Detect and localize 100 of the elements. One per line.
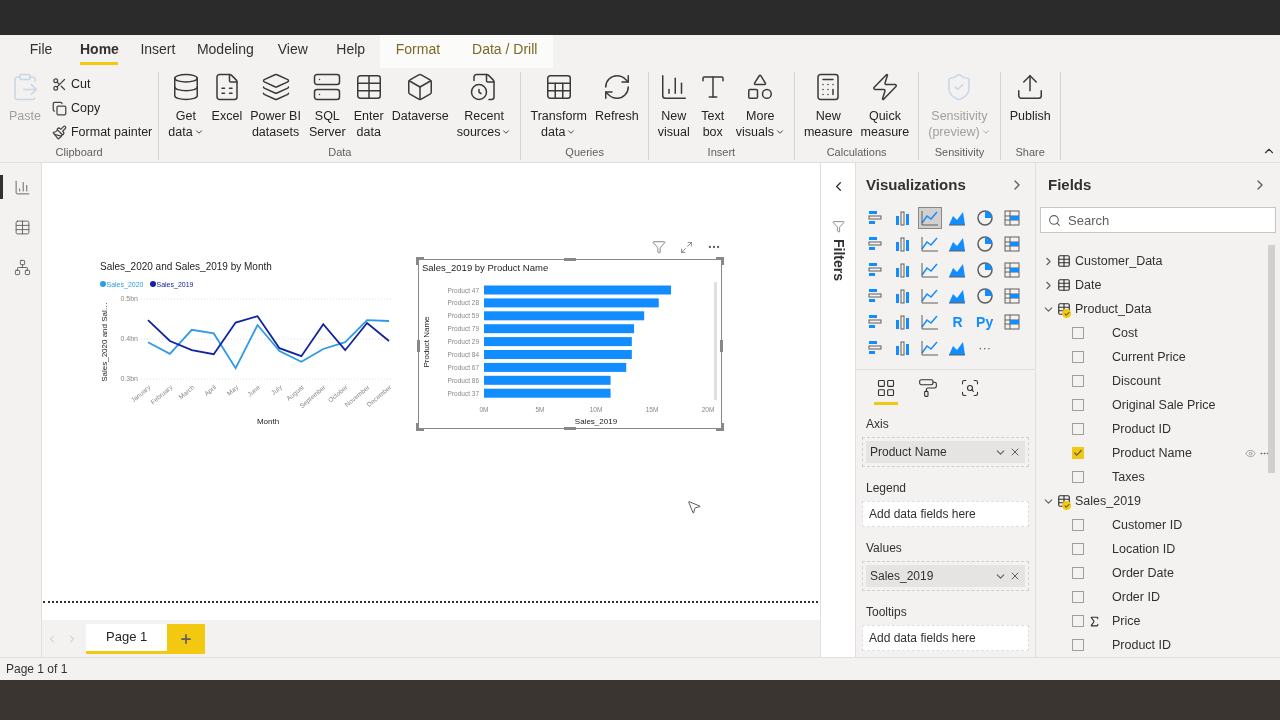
field-row[interactable]: Current Price xyxy=(1042,345,1280,369)
table-row[interactable]: Sales_2019 xyxy=(1042,489,1280,513)
ribbon-group-label: Sensitivity xyxy=(934,144,985,160)
checkbox[interactable] xyxy=(1072,351,1084,363)
ribbon-small-button[interactable]: Cut xyxy=(51,72,153,96)
well-label: Tooltips xyxy=(865,604,908,621)
remove-icon[interactable] xyxy=(1009,570,1021,582)
resize-handle[interactable] xyxy=(720,340,723,352)
ribbon-button[interactable]: Recent sources xyxy=(453,72,515,140)
field-row[interactable]: Order ID xyxy=(1042,585,1280,609)
page-tab[interactable]: Page 1 xyxy=(86,623,168,654)
checkbox[interactable] xyxy=(1072,447,1084,459)
filter-icon[interactable] xyxy=(652,240,666,254)
visual-type-button[interactable] xyxy=(918,207,943,229)
focus-mode-icon[interactable] xyxy=(680,240,693,254)
menu-tab[interactable]: Data / Drill xyxy=(456,35,554,68)
well-label: Values xyxy=(865,540,903,557)
visual-type-button[interactable]: ··· xyxy=(972,337,997,359)
checkbox[interactable] xyxy=(1072,399,1084,411)
ribbon-button[interactable]: New visual xyxy=(654,72,693,140)
filters-pane-label[interactable]: Filters xyxy=(827,239,849,281)
search-field[interactable]: Search xyxy=(1040,207,1276,233)
ribbon-group-label: Share xyxy=(1015,144,1045,160)
checkbox[interactable] xyxy=(1072,639,1084,651)
caret-icon xyxy=(501,127,512,137)
drop-zone[interactable]: Add data fields here xyxy=(862,625,1029,651)
table-row[interactable]: Customer_Data xyxy=(1042,249,1280,273)
ribbon-button[interactable]: Publish xyxy=(1006,72,1054,124)
ribbon-button[interactable]: Power BI datasets xyxy=(247,72,304,140)
field-row[interactable]: Product Name xyxy=(1042,441,1280,465)
field-row[interactable]: Product ID xyxy=(1042,633,1280,657)
legend-marker xyxy=(150,281,156,287)
checkbox[interactable] xyxy=(1072,327,1084,339)
ribbon-button[interactable]: Excel xyxy=(208,72,246,124)
resize-handle[interactable] xyxy=(564,258,576,261)
table-row[interactable]: Date xyxy=(1042,273,1280,297)
scissors-icon xyxy=(51,76,67,92)
resize-handle[interactable] xyxy=(416,257,424,265)
checkbox[interactable] xyxy=(1072,423,1084,435)
menu-tab[interactable]: File xyxy=(12,35,70,68)
resize-handle[interactable] xyxy=(564,427,576,430)
checkbox[interactable] xyxy=(1072,591,1084,603)
add-page-button[interactable] xyxy=(167,623,206,654)
ribbon-group-label: Insert xyxy=(707,144,736,160)
ribbon-small-button[interactable]: Copy xyxy=(51,96,153,120)
drop-zone[interactable]: Add data fields here xyxy=(862,501,1029,527)
checkbox[interactable] xyxy=(1072,471,1084,483)
field-row[interactable]: Product ID xyxy=(1042,417,1280,441)
menu-tab[interactable]: Format xyxy=(379,35,457,68)
well-label: Legend xyxy=(865,480,908,497)
checkbox[interactable] xyxy=(1072,567,1084,579)
ribbon-button[interactable]: Enter data xyxy=(350,72,387,140)
ribbon-button[interactable]: New measure xyxy=(800,72,856,140)
checkbox[interactable] xyxy=(1072,543,1084,555)
chart-type-icon xyxy=(1001,312,1022,332)
checkbox[interactable] xyxy=(1072,615,1084,627)
checkbox[interactable] xyxy=(1072,375,1084,387)
resize-handle[interactable] xyxy=(716,423,724,431)
ribbon-button[interactable]: Quick measure xyxy=(857,72,913,140)
field-row[interactable]: Customer ID xyxy=(1042,513,1280,537)
field-row[interactable]: Discount xyxy=(1042,369,1280,393)
field-row[interactable]: Order Date xyxy=(1042,561,1280,585)
search-icon xyxy=(1048,214,1061,227)
model-view-icon xyxy=(13,258,31,276)
menu-tab[interactable]: Insert xyxy=(128,35,187,68)
chart-type-icon xyxy=(974,208,995,228)
ribbon-small-button[interactable]: Format painter xyxy=(51,120,153,144)
in-use-badge xyxy=(1062,501,1071,510)
ribbon-button[interactable]: Dataverse xyxy=(388,72,452,124)
field-row[interactable]: Original Sale Price xyxy=(1042,393,1280,417)
ribbon-button[interactable]: Transform data xyxy=(527,72,590,140)
menu-tab[interactable]: Modeling xyxy=(186,35,264,68)
ribbon-button[interactable]: Refresh xyxy=(592,72,642,124)
ribbon-button[interactable]: More visuals xyxy=(732,72,788,140)
chart-type-icon xyxy=(1001,260,1022,280)
checkbox[interactable] xyxy=(1072,519,1084,531)
remove-icon[interactable] xyxy=(1009,446,1021,458)
ribbon-button[interactable]: SQL Server xyxy=(305,72,349,140)
menu-tab[interactable]: Help xyxy=(321,35,380,68)
field-row[interactable]: Price xyxy=(1042,609,1280,633)
pane-title: Fields xyxy=(1048,174,1092,195)
scrollbar[interactable] xyxy=(1268,245,1275,473)
menu-tab[interactable]: Home xyxy=(70,35,129,68)
resize-handle[interactable] xyxy=(416,423,424,431)
status-text: Page 1 of 1 xyxy=(6,661,68,678)
pane-tab[interactable] xyxy=(874,378,898,405)
field-row[interactable]: Location ID xyxy=(1042,537,1280,561)
resize-handle[interactable] xyxy=(716,257,724,265)
ribbon-button[interactable]: Text box xyxy=(694,72,731,140)
resize-handle[interactable] xyxy=(417,340,420,352)
field-row[interactable]: Cost xyxy=(1042,321,1280,345)
table-row[interactable]: Product_Data xyxy=(1042,297,1280,321)
scrollbar[interactable] xyxy=(714,282,717,400)
eye-icon[interactable] xyxy=(1245,447,1256,459)
menu-tab[interactable]: View xyxy=(263,35,322,68)
caret-icon xyxy=(774,127,785,137)
chart-type-icon xyxy=(920,312,941,332)
chart-title: Sales_2019 by Product Name xyxy=(422,262,549,273)
field-row[interactable]: Taxes xyxy=(1042,465,1280,489)
ribbon-button[interactable]: Get data xyxy=(165,72,207,140)
